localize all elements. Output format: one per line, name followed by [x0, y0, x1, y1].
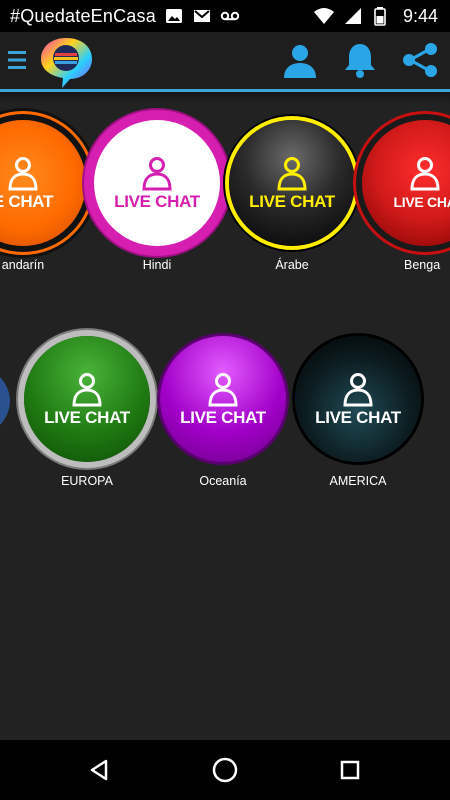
room-label: Hindi [142, 258, 172, 272]
wifi-icon [313, 6, 334, 26]
live-chat-label: E CHAT [0, 192, 54, 211]
rooms-row[interactable]: LIVE CHAT EUROPA LIVE CHAT Oceanía LIVE … [0, 336, 450, 536]
live-chat-label: LIVE CHAT [315, 408, 401, 427]
room-mandarin[interactable]: E CHAT andarín [0, 120, 88, 272]
room-oceania[interactable]: LIVE CHAT Oceanía [158, 336, 288, 488]
image-icon [164, 6, 184, 26]
gmail-icon [192, 6, 212, 26]
room-label: Oceanía [199, 474, 247, 488]
person-icon [8, 157, 38, 191]
bell-icon[interactable] [338, 38, 382, 82]
room-arabe[interactable]: LIVE CHAT Árabe [227, 120, 357, 272]
person-icon [343, 373, 373, 407]
person-icon [410, 157, 440, 191]
rooms-row[interactable]: E CHAT andarín LIVE CHAT Hindi L [0, 120, 450, 320]
room-america[interactable]: LIVE CHAT AMERICA [293, 336, 423, 488]
person-icon [208, 373, 238, 407]
room-partial[interactable] [0, 356, 10, 446]
room-hindi[interactable]: LIVE CHAT Hindi [92, 120, 222, 272]
room-label: Árabe [275, 258, 309, 272]
live-chat-label: LIVE CHAT [114, 192, 200, 211]
room-label: andarín [1, 258, 45, 272]
recents-icon[interactable] [332, 754, 368, 786]
app-logo[interactable] [38, 34, 94, 90]
room-bengali[interactable]: LIVE CHA Benga [360, 120, 450, 272]
room-label: EUROPA [61, 474, 113, 488]
person-icon [142, 157, 172, 191]
live-chat-label: LIVE CHAT [180, 408, 266, 427]
status-hashtag: #QuedateEnCasa [10, 5, 156, 26]
room-europa[interactable]: LIVE CHAT EUROPA [22, 336, 152, 488]
live-chat-label: LIVE CHAT [249, 192, 335, 211]
voicemail-icon [220, 6, 240, 26]
status-bar: #QuedateEnCasa 9:44 [0, 0, 450, 32]
navigation-bar [0, 740, 450, 800]
room-label: AMERICA [329, 474, 387, 488]
person-icon [277, 157, 307, 191]
status-time: 9:44 [402, 5, 438, 26]
room-label: Benga [404, 258, 441, 272]
share-icon[interactable] [398, 38, 442, 82]
live-chat-label: LIVE CHA [393, 194, 450, 210]
menu-icon[interactable] [8, 48, 30, 72]
back-icon[interactable] [82, 754, 118, 786]
signal-icon [343, 6, 363, 26]
live-chat-label: LIVE CHAT [44, 408, 130, 427]
chat-rooms-list[interactable]: E CHAT andarín LIVE CHAT Hindi L [0, 92, 450, 740]
profile-icon[interactable] [278, 38, 322, 82]
person-icon [72, 373, 102, 407]
battery-icon [373, 6, 393, 26]
home-icon[interactable] [207, 754, 243, 786]
